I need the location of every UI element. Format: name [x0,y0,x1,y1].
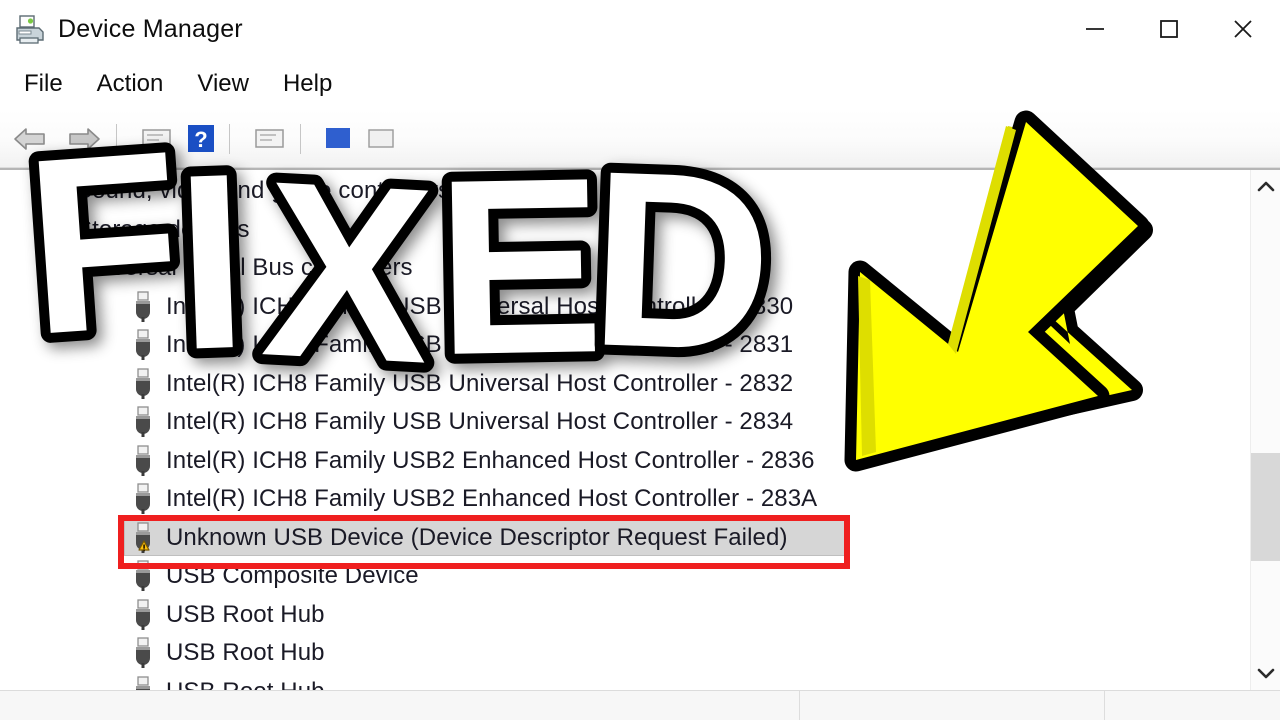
scrollbar-track[interactable] [1251,204,1280,656]
tree-row[interactable]: Intel(R) ICH8 Family USB Universal Host … [0,326,1248,365]
tree-row[interactable]: Intel(R) ICH8 Family USB Universal Host … [0,403,1248,442]
scan-hardware-icon[interactable] [252,124,288,154]
status-pane-2 [800,690,1105,720]
menu-bar: File Action View Help [0,58,1280,110]
toolbar-separator [116,123,117,154]
usb-icon [130,676,156,690]
back-arrow-icon[interactable] [10,124,52,154]
usb-icon [130,368,156,400]
title-bar: Device Manager [0,0,1280,58]
tree-row[interactable]: USB Root Hub [0,673,1248,690]
device-tree-panel[interactable]: Sound, video and game controllers Storage… [0,168,1280,690]
device-tree: Sound, video and game controllers Storage… [0,170,1248,690]
tree-row[interactable]: Intel(R) ICH8 Family USB2 Enhanced Host … [0,442,1248,481]
menu-help[interactable]: Help [269,68,346,100]
usb-icon [130,599,156,631]
forward-arrow-icon[interactable] [62,124,104,154]
toolbar-separator [300,123,301,154]
vertical-scrollbar[interactable] [1250,170,1280,690]
tree-row[interactable]: Intel(R) ICH8 Family USB2 Enhanced Host … [0,480,1248,519]
menu-file[interactable]: File [10,68,77,100]
usb-warning-icon [130,522,156,554]
toolbar: ? [0,110,1280,168]
svg-text:?: ? [194,127,207,152]
tree-row-label: Sound, video and game controllers [76,177,451,205]
tree-row-selected[interactable]: Unknown USB Device (Device Descriptor Re… [0,519,1248,558]
usb-icon [130,291,156,323]
update-driver-icon[interactable] [323,124,355,154]
usb-icon [130,637,156,669]
tree-row-label: Intel(R) ICH8 Family USB Universal Host … [166,292,794,320]
menu-view[interactable]: View [183,68,263,100]
properties-icon[interactable] [139,124,175,154]
tree-row-label: Intel(R) ICH8 Family USB2 Enhanced Host … [166,485,818,513]
usb-icon [130,483,156,515]
category-icon [40,175,66,207]
menu-action[interactable]: Action [83,68,178,100]
tree-row-label: Storage devices [76,215,250,243]
close-icon[interactable] [1206,0,1280,58]
tree-row[interactable]: USB Composite Device [0,557,1248,596]
toolbar-separator [229,123,230,154]
window-controls [1058,0,1280,58]
tree-row-label: Intel(R) ICH8 Family USB Universal Host … [166,331,794,359]
tree-row-label: USB Composite Device [166,562,419,590]
category-icon [40,214,66,246]
usb-icon [130,329,156,361]
tree-row-label: Intel(R) ICH8 Family USB Universal Host … [166,369,794,397]
tree-row-label: USB Root Hub [166,600,325,628]
usb-icon [130,560,156,592]
minimize-icon[interactable] [1058,0,1132,58]
window-title: Device Manager [58,14,243,43]
uninstall-device-icon[interactable] [365,124,399,154]
status-bar [0,690,1280,720]
status-pane-1 [0,690,800,720]
tree-row-label: Universal Serial Bus controllers [76,254,413,282]
category-icon [40,252,66,284]
chevron-down-icon[interactable] [1251,656,1280,690]
maximize-icon[interactable] [1132,0,1206,58]
tree-row-label: USB Root Hub [166,678,325,690]
tree-row[interactable]: USB Root Hub [0,596,1248,635]
tree-row[interactable]: Storage devices [0,211,1248,250]
device-manager-icon [10,9,50,49]
scrollbar-thumb[interactable] [1251,452,1280,562]
tree-row[interactable]: Intel(R) ICH8 Family USB Universal Host … [0,365,1248,404]
tree-row[interactable]: Universal Serial Bus controllers [0,249,1248,288]
tree-row-label: Intel(R) ICH8 Family USB Universal Host … [166,408,794,436]
device-manager-window: Device Manager File Action View Help ? S… [0,0,1280,720]
help-icon[interactable]: ? [185,123,217,155]
status-pane-3 [1105,691,1280,720]
tree-row-label: Intel(R) ICH8 Family USB2 Enhanced Host … [166,446,815,474]
usb-icon [130,445,156,477]
tree-row[interactable]: Intel(R) ICH8 Family USB Universal Host … [0,288,1248,327]
tree-row-label: Unknown USB Device (Device Descriptor Re… [166,523,788,551]
chevron-up-icon[interactable] [1251,170,1280,204]
tree-row-label: USB Root Hub [166,639,325,667]
usb-icon [130,406,156,438]
tree-row[interactable]: Sound, video and game controllers [0,172,1248,211]
tree-row[interactable]: USB Root Hub [0,634,1248,673]
